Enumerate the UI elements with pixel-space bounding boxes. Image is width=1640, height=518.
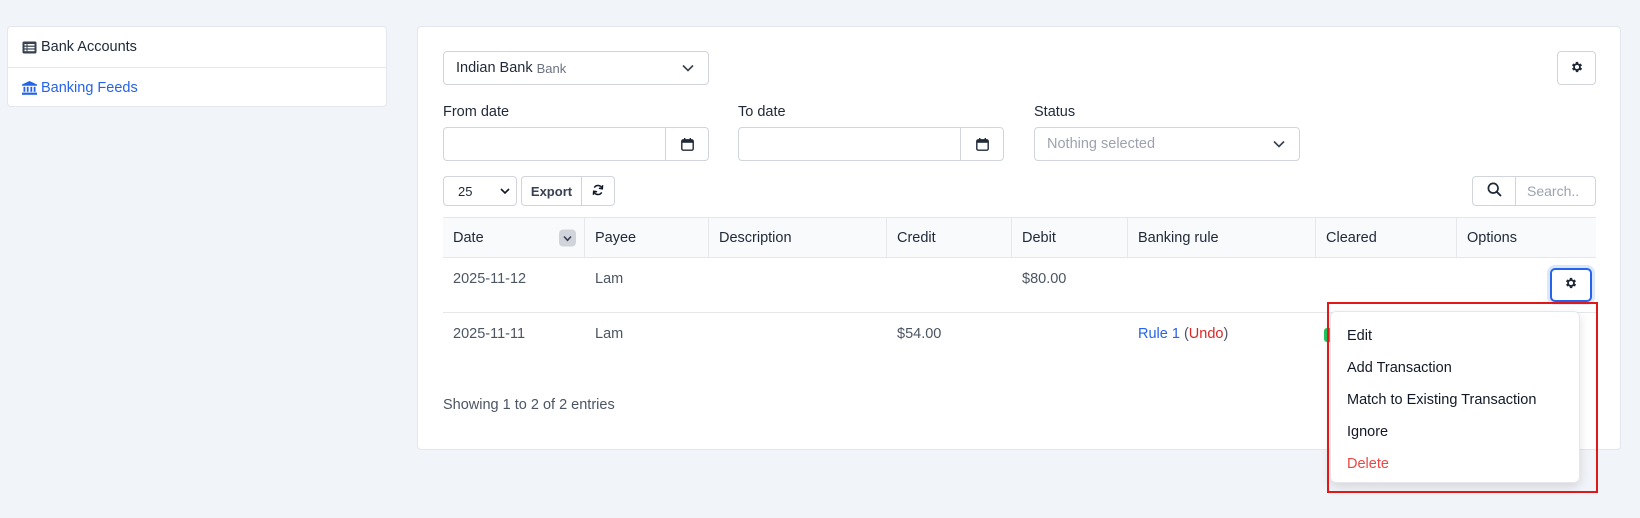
to-date-input[interactable] bbox=[739, 128, 960, 160]
export-button[interactable]: Export bbox=[522, 177, 582, 205]
table-actions: Export bbox=[521, 176, 615, 206]
status-label: Status bbox=[1034, 104, 1076, 120]
rule-paren-close: ) bbox=[1223, 326, 1229, 342]
refresh-button[interactable] bbox=[582, 177, 614, 205]
calendar-icon[interactable] bbox=[960, 128, 1003, 160]
cell-credit bbox=[887, 258, 1012, 312]
calendar-icon[interactable] bbox=[665, 128, 708, 160]
page-length-select[interactable]: 25 bbox=[443, 176, 517, 206]
chevron-down-icon bbox=[682, 64, 694, 72]
search-icon bbox=[1487, 182, 1502, 200]
menu-item-edit[interactable]: Edit bbox=[1331, 320, 1579, 352]
chevron-down-icon bbox=[1273, 140, 1285, 148]
cell-cleared bbox=[1316, 258, 1457, 312]
cell-banking-rule: Rule 1 (Undo) bbox=[1128, 313, 1316, 365]
table-header: Date Payee Description Credit Debit Bank… bbox=[443, 217, 1596, 258]
from-date-field[interactable] bbox=[443, 127, 709, 161]
cell-description bbox=[709, 258, 887, 312]
cell-date: 2025-11-11 bbox=[453, 326, 526, 342]
column-header-banking-rule[interactable]: Banking rule bbox=[1128, 218, 1316, 257]
sort-indicator[interactable] bbox=[559, 229, 576, 246]
column-header-label: Credit bbox=[897, 229, 936, 246]
sidebar-item-label: Banking Feeds bbox=[41, 79, 138, 96]
bank-account-select[interactable]: Indian Bank Bank bbox=[443, 51, 709, 85]
from-date-label: From date bbox=[443, 104, 510, 120]
account-type: Bank bbox=[536, 60, 567, 76]
column-header-label: Debit bbox=[1022, 229, 1056, 246]
table-search: Search.. bbox=[1472, 176, 1596, 206]
column-header-description[interactable]: Description bbox=[709, 218, 887, 257]
to-date-field[interactable] bbox=[738, 127, 1004, 161]
column-header-cleared[interactable]: Cleared bbox=[1316, 218, 1457, 257]
status-select[interactable]: Nothing selected bbox=[1034, 127, 1300, 161]
settings-button[interactable] bbox=[1557, 51, 1596, 85]
gear-icon bbox=[1564, 276, 1578, 294]
chevron-down-icon bbox=[500, 188, 510, 195]
column-header-date[interactable]: Date bbox=[443, 218, 585, 257]
column-header-debit[interactable]: Debit bbox=[1012, 218, 1128, 257]
cell-debit bbox=[1012, 313, 1128, 365]
from-date-input[interactable] bbox=[444, 128, 665, 160]
gear-icon bbox=[1570, 60, 1584, 77]
column-header-label: Payee bbox=[595, 229, 637, 246]
menu-item-delete[interactable]: Delete bbox=[1331, 448, 1579, 480]
page-length-value: 25 bbox=[458, 183, 473, 199]
column-header-options: Options bbox=[1457, 218, 1596, 257]
status-placeholder: Nothing selected bbox=[1047, 136, 1156, 152]
refresh-icon bbox=[592, 184, 604, 199]
cell-description bbox=[709, 313, 887, 365]
sidebar-item-banking-feeds[interactable]: Banking Feeds bbox=[8, 67, 386, 107]
column-header-label: Description bbox=[719, 229, 792, 246]
menu-item-match-existing[interactable]: Match to Existing Transaction bbox=[1331, 384, 1579, 416]
table-info: Showing 1 to 2 of 2 entries bbox=[443, 397, 615, 413]
sidebar: Bank Accounts Banking Feeds bbox=[7, 26, 387, 107]
chevron-down-icon bbox=[563, 230, 572, 246]
sidebar-item-label: Bank Accounts bbox=[41, 39, 137, 55]
search-button[interactable] bbox=[1472, 176, 1516, 206]
cell-payee: Lam bbox=[595, 271, 624, 287]
cell-date: 2025-11-12 bbox=[453, 271, 527, 287]
cell-payee: Lam bbox=[595, 326, 624, 342]
column-header-payee[interactable]: Payee bbox=[585, 218, 709, 257]
sidebar-item-bank-accounts[interactable]: Bank Accounts bbox=[8, 27, 386, 67]
cell-debit: $80.00 bbox=[1022, 271, 1067, 287]
account-name: Indian Bank bbox=[456, 60, 533, 76]
to-date-label: To date bbox=[738, 104, 786, 120]
cell-banking-rule bbox=[1128, 258, 1316, 312]
menu-item-add-transaction[interactable]: Add Transaction bbox=[1331, 352, 1579, 384]
undo-rule-link[interactable]: Undo bbox=[1189, 326, 1224, 342]
menu-item-ignore[interactable]: Ignore bbox=[1331, 416, 1579, 448]
column-header-label: Banking rule bbox=[1138, 229, 1219, 246]
row-options-menu: Edit Add Transaction Match to Existing T… bbox=[1330, 311, 1580, 483]
search-input[interactable]: Search.. bbox=[1516, 176, 1596, 206]
column-header-label: Options bbox=[1467, 229, 1517, 246]
list-icon bbox=[22, 41, 37, 54]
column-header-label: Cleared bbox=[1326, 229, 1377, 246]
cell-credit: $54.00 bbox=[897, 326, 942, 342]
column-header-label: Date bbox=[453, 229, 484, 246]
table-row: 2025-11-12 Lam $80.00 bbox=[443, 258, 1596, 313]
rule-link[interactable]: Rule 1 bbox=[1138, 326, 1180, 342]
bank-icon bbox=[22, 80, 37, 95]
column-header-credit[interactable]: Credit bbox=[887, 218, 1012, 257]
row-options-button[interactable] bbox=[1550, 268, 1592, 302]
